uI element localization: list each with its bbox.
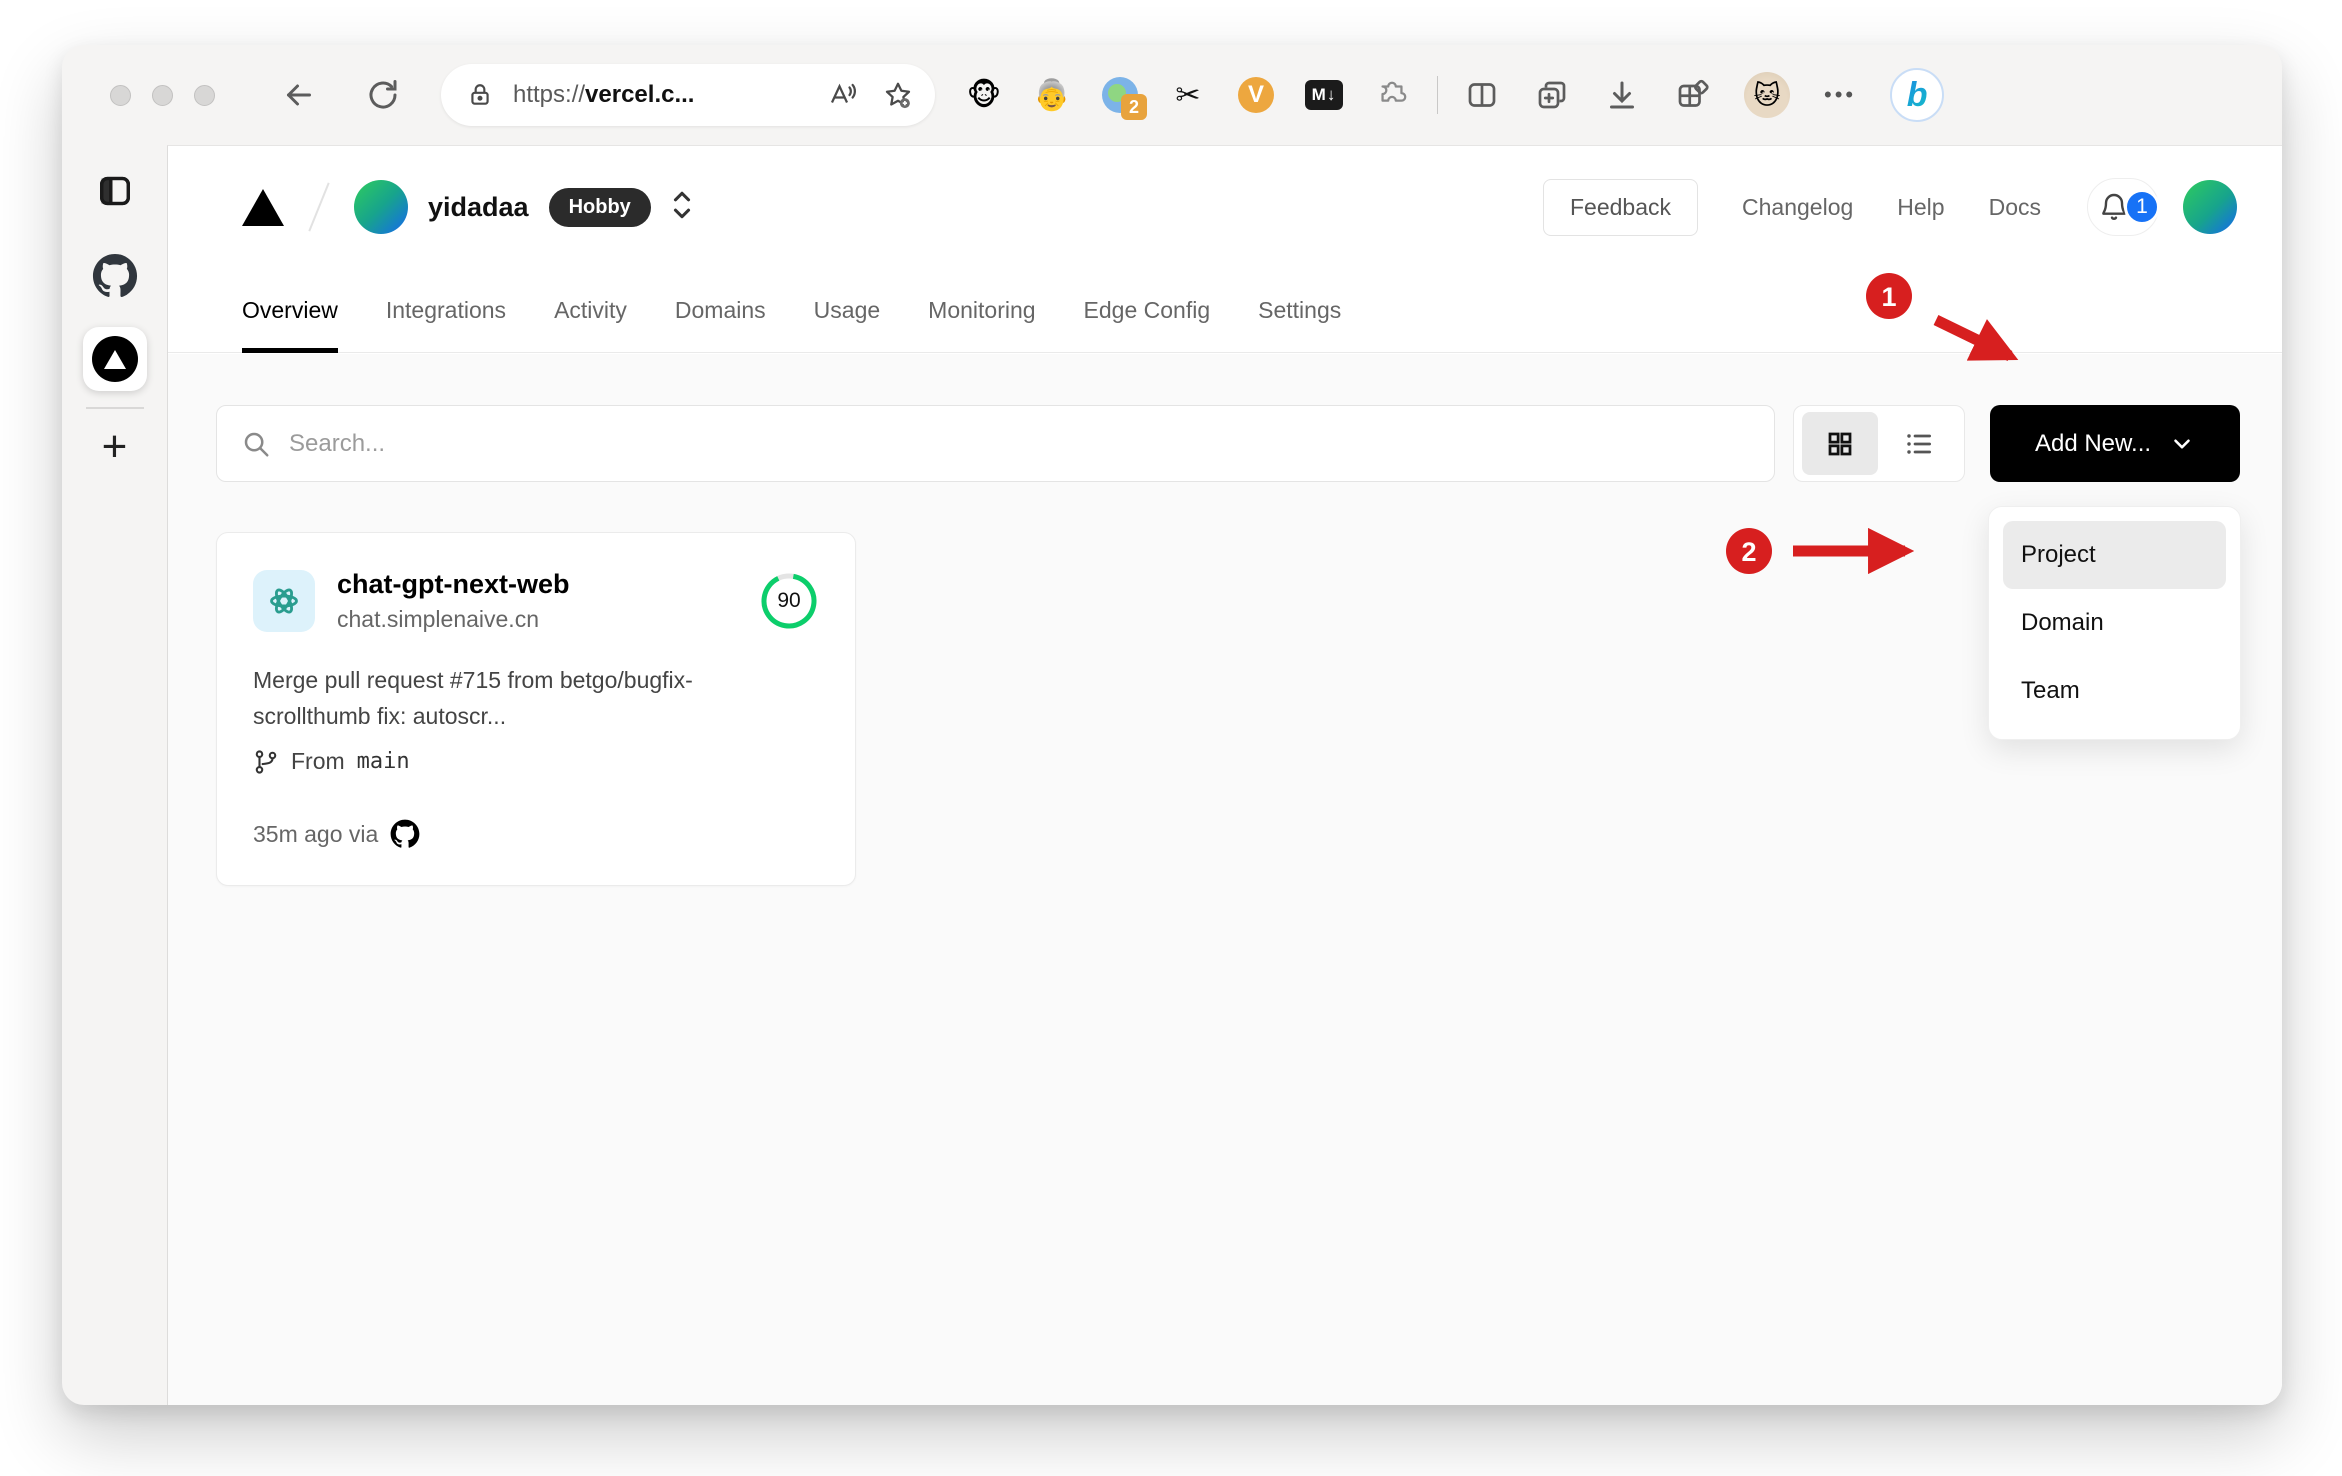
changelog-link[interactable]: Changelog (1742, 194, 1853, 221)
more-menu-icon[interactable]: ••• (1824, 82, 1856, 108)
browser-toolbar: https://vercel.c... 🐵 👵 2 ✂ V M↓ 🐱 ••• b (62, 45, 2282, 145)
tab-integrations[interactable]: Integrations (362, 268, 530, 352)
add-new-dropdown: Project Domain Team (1988, 506, 2241, 740)
v-extension-icon[interactable]: V (1237, 76, 1275, 114)
new-tab-button[interactable]: + (102, 425, 128, 469)
tab-usage[interactable]: Usage (790, 268, 904, 352)
collections-icon[interactable] (1534, 77, 1570, 113)
score-value: 90 (777, 589, 801, 612)
grid-view-icon (1828, 432, 1851, 455)
commit-message: Merge pull request #715 from betgo/bugfi… (253, 667, 693, 729)
extensions-puzzle-icon[interactable] (1373, 76, 1411, 114)
extension-badge: 2 (1121, 94, 1147, 120)
dropdown-item-project[interactable]: Project (2003, 521, 2226, 589)
browser-window: https://vercel.c... 🐵 👵 2 ✂ V M↓ 🐱 ••• b… (62, 45, 2282, 1405)
add-new-label: Add New... (2034, 429, 2152, 457)
view-toggle (1793, 405, 1965, 482)
notifications-button[interactable]: 1 (2087, 178, 2160, 236)
openai-logo-icon (253, 570, 315, 632)
plan-badge: Hobby (548, 187, 651, 227)
feedback-button[interactable]: Feedback (1543, 178, 1699, 236)
breadcrumb-slash (308, 182, 330, 232)
add-new-button[interactable]: Add New... (1990, 405, 2240, 482)
bing-chat-icon[interactable]: b (1890, 68, 1945, 122)
grandma-extension-icon[interactable]: 👵 (1033, 76, 1071, 114)
scissors-extension-icon[interactable]: ✂ (1169, 76, 1207, 114)
list-view-icon (1906, 433, 1931, 454)
maximize-window-button[interactable] (194, 84, 215, 106)
minimize-window-button[interactable] (152, 84, 173, 106)
search-icon (244, 432, 269, 456)
dropdown-item-domain[interactable]: Domain (2003, 589, 2226, 657)
vercel-header: yidadaa Hobby Feedback Changelog Help Do… (168, 146, 2282, 268)
tab-overview[interactable]: Overview (218, 268, 362, 353)
user-avatar[interactable] (2183, 180, 2237, 234)
url-domain: vercel.c... (585, 81, 695, 108)
team-name: yidadaa (428, 191, 529, 222)
search-input[interactable] (289, 429, 1750, 458)
team-avatar[interactable] (354, 180, 408, 234)
vercel-tabs: Overview Integrations Activity Domains U… (168, 268, 2282, 353)
project-card[interactable]: chat-gpt-next-web chat.simplenaive.cn 90… (216, 532, 856, 887)
vercel-tab-icon (91, 336, 138, 382)
close-window-button[interactable] (110, 84, 131, 106)
tab-settings[interactable]: Settings (1234, 268, 1365, 352)
tampermonkey-extension-icon[interactable]: 🐵 (965, 76, 1003, 114)
chevron-down-icon (2174, 438, 2190, 449)
read-aloud-icon[interactable] (827, 80, 857, 110)
notification-count-badge: 1 (2124, 189, 2160, 225)
tab-edge-config[interactable]: Edge Config (1060, 268, 1235, 352)
vercel-page: yidadaa Hobby Feedback Changelog Help Do… (167, 145, 2282, 1405)
lock-icon (467, 82, 493, 108)
add-favorite-icon[interactable] (883, 80, 913, 110)
tab-github-icon[interactable] (92, 253, 138, 299)
deploy-time: 35m ago via (253, 820, 379, 847)
downloads-icon[interactable] (1604, 77, 1640, 113)
tab-activity[interactable]: Activity (530, 268, 651, 352)
dropdown-item-team[interactable]: Team (2003, 657, 2226, 725)
tab-domains[interactable]: Domains (651, 268, 790, 352)
docs-link[interactable]: Docs (1989, 194, 2041, 221)
list-view-button[interactable] (1881, 412, 1957, 475)
tab-vercel-active[interactable] (82, 327, 147, 391)
branch-prefix: From (291, 748, 345, 775)
git-branch-icon (255, 750, 277, 774)
project-name: chat-gpt-next-web (337, 569, 570, 599)
extensions-strip: 🐵 👵 2 ✂ V M↓ (965, 76, 1411, 120)
project-domain[interactable]: chat.simplenaive.cn (337, 606, 570, 633)
sidebar-toggle-icon[interactable] (95, 171, 135, 211)
address-bar[interactable]: https://vercel.c... (441, 64, 935, 126)
badge-extension-icon[interactable]: 2 (1101, 76, 1147, 120)
split-screen-icon[interactable] (1464, 77, 1500, 113)
reload-icon[interactable] (365, 77, 401, 113)
vercel-logo-icon[interactable] (242, 188, 284, 226)
tab-monitoring[interactable]: Monitoring (904, 268, 1059, 352)
project-search[interactable] (216, 405, 1775, 482)
window-controls (110, 84, 215, 106)
toolbar-divider (1437, 76, 1438, 114)
markdown-extension-icon[interactable]: M↓ (1305, 76, 1343, 114)
overview-content: Add New... (168, 354, 2282, 1405)
branch-name: main (356, 749, 410, 775)
help-link[interactable]: Help (1897, 194, 1944, 221)
github-icon (390, 819, 420, 848)
browser-essentials-icon[interactable] (1674, 77, 1710, 113)
grid-view-button[interactable] (1801, 412, 1878, 475)
lighthouse-score: 90 (759, 571, 819, 631)
browser-profile-avatar[interactable]: 🐱 (1744, 72, 1790, 118)
url-scheme: https:// (513, 81, 586, 108)
team-switcher-icon[interactable] (669, 188, 695, 227)
sidebar-divider (85, 407, 144, 409)
browser-sidebar: + (62, 145, 167, 1405)
back-icon[interactable] (281, 77, 317, 113)
